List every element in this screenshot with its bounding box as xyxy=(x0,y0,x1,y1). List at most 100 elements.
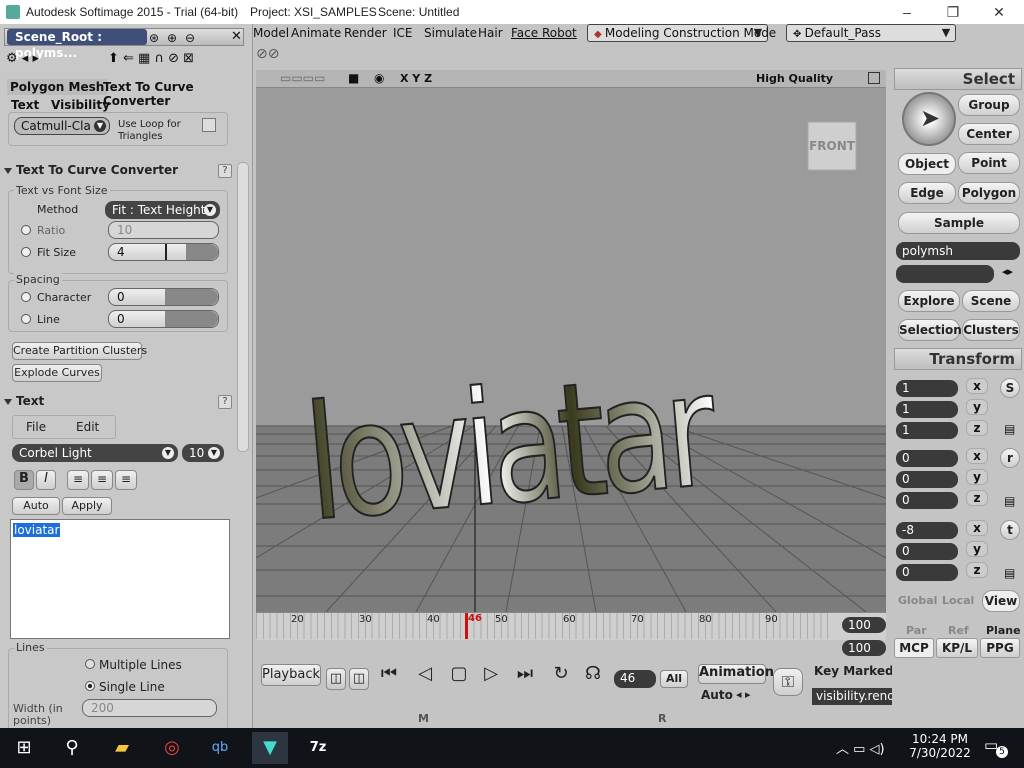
translate-options-icon[interactable]: ▤ xyxy=(1004,566,1015,580)
slider-handle[interactable] xyxy=(165,244,167,260)
auto-key-label[interactable]: Auto xyxy=(701,688,733,702)
italic-button[interactable]: I xyxy=(36,470,56,490)
animation-menu[interactable]: Animation xyxy=(698,664,774,684)
line-slider[interactable]: 0 xyxy=(108,310,219,328)
align-center-icon[interactable]: ≡ xyxy=(91,470,113,490)
mcp-tab[interactable]: MCP xyxy=(894,638,934,658)
rotate-y-field[interactable]: 0 xyxy=(896,471,958,488)
axes-label[interactable]: X Y Z xyxy=(400,72,432,85)
set-key-icon[interactable]: ⚿ xyxy=(773,668,803,696)
minimize-button[interactable]: – xyxy=(884,0,930,24)
scale-x-field[interactable]: 1 xyxy=(896,380,958,397)
ppg-close-button[interactable]: ✕ xyxy=(231,29,242,44)
stop-icon[interactable]: ▢ xyxy=(446,664,472,686)
use-loop-checkbox[interactable] xyxy=(202,118,216,132)
next-frame-icon[interactable]: ◫ xyxy=(349,668,369,690)
width-field[interactable]: 200 xyxy=(82,699,217,717)
view-tools-icon[interactable]: ⊘⊘ xyxy=(256,46,292,66)
scene-button[interactable]: Scene xyxy=(962,290,1020,312)
filter-arrows-icon[interactable]: ◂▸ xyxy=(1002,265,1013,278)
search-icon[interactable]: ⚲ xyxy=(54,732,90,764)
refresh-icon[interactable]: ⊕ xyxy=(167,31,177,45)
maximize-viewport-icon[interactable] xyxy=(868,72,880,84)
scale-tool-button[interactable]: S xyxy=(1000,378,1020,398)
text-3d-object[interactable]: loviatar xyxy=(298,337,725,558)
fitsize-slider[interactable]: 4 xyxy=(108,243,219,261)
play-all-button[interactable]: All xyxy=(660,670,688,688)
chrome-icon[interactable]: ◎ xyxy=(154,732,190,764)
scale-y-field[interactable]: 1 xyxy=(896,401,958,418)
rotate-z-field[interactable]: 0 xyxy=(896,492,958,509)
explore-button[interactable]: Explore xyxy=(898,290,960,312)
ratio-field[interactable]: 10 xyxy=(108,221,219,239)
translate-x-field[interactable]: -8 xyxy=(896,522,958,539)
rotate-z-button[interactable]: z xyxy=(966,490,988,506)
key-nav-icons[interactable]: ◂ ▸ xyxy=(736,688,751,701)
section-text[interactable]: Text xyxy=(4,394,234,410)
help-icon[interactable]: ? xyxy=(218,395,232,409)
ref-ref-button[interactable]: Ref xyxy=(948,624,969,637)
prev-frame-icon[interactable]: ◫ xyxy=(326,668,346,690)
recycle-icon[interactable]: ⊖ xyxy=(185,31,195,45)
current-frame-field[interactable]: 46 xyxy=(614,670,656,688)
end-frame-field[interactable]: 100 xyxy=(842,617,886,633)
tab-text[interactable]: Text xyxy=(11,98,39,112)
rotate-x-button[interactable]: x xyxy=(966,448,988,464)
system-tray-icons[interactable]: ︿ ▭ ◁) xyxy=(836,738,885,757)
menu-render[interactable]: Render xyxy=(344,26,387,40)
local-ref-button[interactable]: Local xyxy=(942,594,974,607)
scale-y-button[interactable]: y xyxy=(966,399,988,415)
line-animate-toggle[interactable] xyxy=(21,314,31,324)
scale-z-button[interactable]: z xyxy=(966,420,988,436)
tab-polygon-mesh[interactable]: Polygon Mesh xyxy=(7,79,108,95)
translate-y-field[interactable]: 0 xyxy=(896,543,958,560)
kpl-tab[interactable]: KP/L xyxy=(936,638,978,658)
text-editor-content[interactable]: loviatar xyxy=(13,523,61,537)
apply-button[interactable]: Apply xyxy=(62,497,112,515)
ppg-tab[interactable]: PPG xyxy=(980,638,1020,658)
viewport-layout-icons[interactable]: ▭▭▭▭ xyxy=(280,71,325,85)
rotate-tool-button[interactable]: r xyxy=(1000,448,1020,468)
selection-name-field[interactable]: polymsh xyxy=(896,242,1020,260)
par-ref-button[interactable]: Par xyxy=(906,624,927,637)
align-right-icon[interactable]: ≡ xyxy=(115,470,137,490)
ratio-animate-toggle[interactable] xyxy=(21,225,31,235)
method-dropdown[interactable]: Fit : Text Height ▼ xyxy=(105,201,220,219)
lock-icon[interactable]: ⊛ xyxy=(149,31,159,45)
close-button[interactable]: ✕ xyxy=(976,0,1022,24)
menu-hair[interactable]: Hair xyxy=(478,26,503,40)
select-center-button[interactable]: Center xyxy=(958,123,1020,145)
ppg-nav-icons[interactable]: ⚙ ◂ ▸ xyxy=(6,51,58,69)
windows-start-icon[interactable]: ⊞ xyxy=(6,732,42,764)
maximize-button[interactable]: ❐ xyxy=(930,0,976,24)
clock[interactable]: 10:24 PM 7/30/2022 xyxy=(908,732,972,760)
translate-z-button[interactable]: z xyxy=(966,562,988,578)
tab-text-to-curve[interactable]: Text To Curve Converter xyxy=(103,80,252,108)
section-text-to-curve[interactable]: Text To Curve Converter xyxy=(4,163,234,179)
select-point-button[interactable]: Point xyxy=(958,152,1020,174)
tab-visibility[interactable]: Visibility xyxy=(51,98,110,112)
text-editor[interactable]: loviatar xyxy=(10,519,230,639)
menu-animate[interactable]: Animate xyxy=(291,26,341,40)
rotate-x-field[interactable]: 0 xyxy=(896,450,958,467)
step-back-icon[interactable]: ◁ xyxy=(412,664,438,686)
font-name-dropdown[interactable]: Corbel Light ▼ xyxy=(12,444,178,462)
edit-menu[interactable]: Edit xyxy=(76,420,99,434)
menu-ice[interactable]: ICE xyxy=(393,26,413,40)
qbittorrent-icon[interactable]: qb xyxy=(202,732,238,764)
playback-menu[interactable]: Playback xyxy=(261,664,321,686)
help-icon[interactable]: ? xyxy=(218,164,232,178)
single-line-radio[interactable] xyxy=(85,681,95,691)
render-pass-dropdown[interactable]: ✥ Default_Pass ▼ xyxy=(786,24,956,42)
scale-options-icon[interactable]: ▤ xyxy=(1004,422,1015,436)
translate-x-button[interactable]: x xyxy=(966,520,988,536)
multiple-lines-radio[interactable] xyxy=(85,659,95,669)
rotate-y-button[interactable]: y xyxy=(966,469,988,485)
align-left-icon[interactable]: ≡ xyxy=(67,470,89,490)
camera-icon[interactable]: ■ xyxy=(348,71,359,85)
select-arrow-icon[interactable]: ➤ xyxy=(902,92,956,146)
file-explorer-icon[interactable]: ▰ xyxy=(104,732,140,764)
select-sample-button[interactable]: Sample xyxy=(898,212,1020,234)
file-menu[interactable]: File xyxy=(26,420,46,434)
translate-z-field[interactable]: 0 xyxy=(896,564,958,581)
